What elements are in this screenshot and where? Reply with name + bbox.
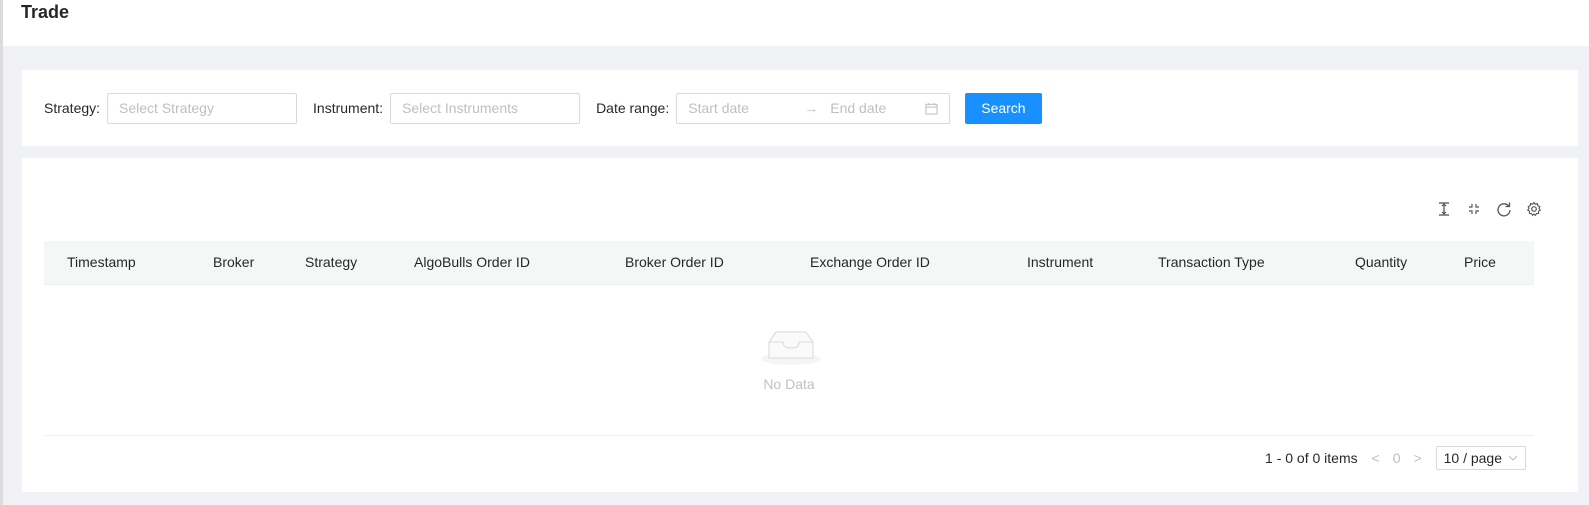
column-header-instrument[interactable]: Instrument <box>1027 254 1093 270</box>
page-header: Trade <box>3 0 1589 46</box>
empty-state: No Data <box>44 286 1534 436</box>
column-header-algobulls-order-id[interactable]: AlgoBulls Order ID <box>414 254 530 270</box>
column-header-timestamp[interactable]: Timestamp <box>67 254 136 270</box>
page-size-value: 10 / page <box>1443 450 1502 466</box>
column-header-transaction-type[interactable]: Transaction Type <box>1158 254 1265 270</box>
page-number[interactable]: 0 <box>1384 450 1410 466</box>
empty-text: No Data <box>763 376 815 392</box>
column-header-exchange-order-id[interactable]: Exchange Order ID <box>810 254 930 270</box>
reload-icon[interactable] <box>1496 201 1512 217</box>
column-header-broker-order-id[interactable]: Broker Order ID <box>625 254 724 270</box>
table-header: Timestamp Broker Strategy AlgoBulls Orde… <box>44 241 1534 285</box>
empty-inbox-icon <box>761 331 821 365</box>
strategy-placeholder: Select Strategy <box>119 100 214 116</box>
pagination: 1 - 0 of 0 items < 0 > 10 / page <box>1265 446 1526 470</box>
chevron-left-icon[interactable]: < <box>1368 450 1384 466</box>
instrument-select[interactable]: Select Instruments <box>390 92 581 124</box>
column-header-quantity[interactable]: Quantity <box>1355 254 1407 270</box>
page-title: Trade <box>21 2 70 22</box>
table-card: Timestamp Broker Strategy AlgoBulls Orde… <box>22 158 1578 492</box>
pagination-total: 1 - 0 of 0 items <box>1265 450 1358 466</box>
search-form: Strategy: Select Strategy Instrument: Se… <box>22 70 1578 146</box>
strategy-select[interactable]: Select Strategy <box>107 92 298 124</box>
left-edge <box>0 0 3 505</box>
column-height-icon[interactable] <box>1436 201 1452 217</box>
table-toolbar <box>1436 201 1542 217</box>
date-range-picker[interactable]: Start date → End date <box>676 92 951 124</box>
chevron-right-icon[interactable]: > <box>1410 450 1426 466</box>
column-header-price[interactable]: Price <box>1464 254 1496 270</box>
chevron-down-icon <box>1508 455 1518 461</box>
search-button[interactable]: Search <box>965 92 1042 124</box>
fullscreen-icon[interactable] <box>1466 201 1482 217</box>
start-date-input[interactable]: Start date <box>688 100 800 116</box>
calendar-icon <box>925 102 938 115</box>
column-header-broker[interactable]: Broker <box>213 254 254 270</box>
page-size-select[interactable]: 10 / page <box>1435 446 1526 470</box>
end-date-input[interactable]: End date <box>830 100 886 116</box>
column-header-strategy[interactable]: Strategy <box>305 254 357 270</box>
strategy-label: Strategy: <box>44 100 101 116</box>
instrument-placeholder: Select Instruments <box>402 100 518 116</box>
date-range-label: Date range: <box>596 100 670 116</box>
filter-row: Strategy: Select Strategy Instrument: Se… <box>44 92 1042 124</box>
arrow-right-icon: → <box>804 100 819 116</box>
setting-icon[interactable] <box>1526 201 1542 217</box>
instrument-label: Instrument: <box>313 100 384 116</box>
